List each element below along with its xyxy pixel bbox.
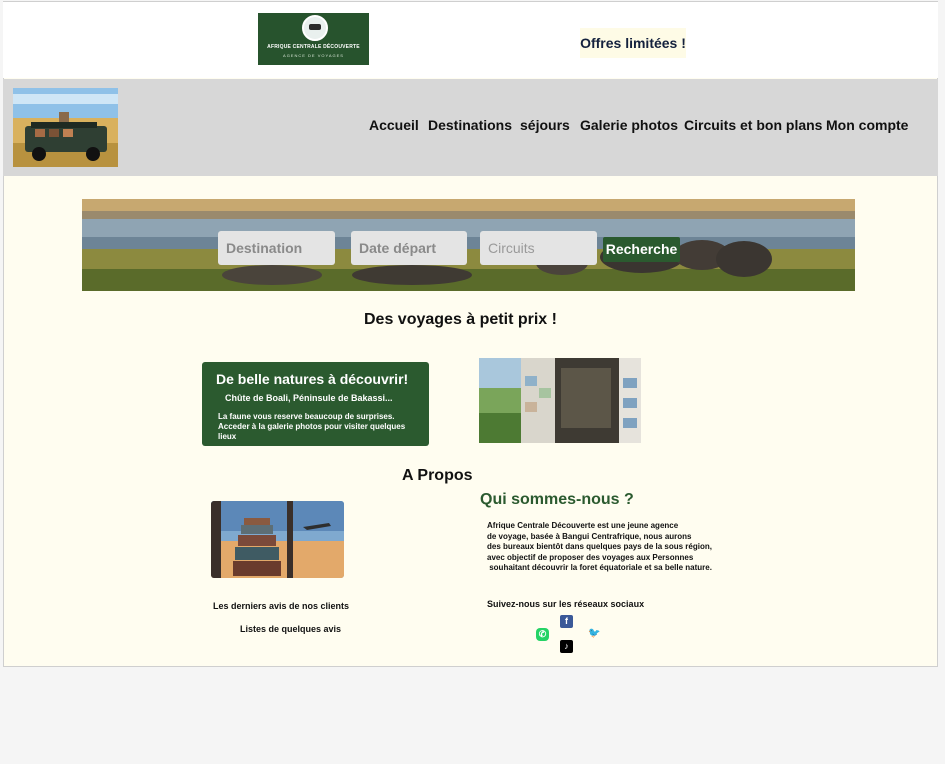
nav-sejours[interactable]: séjours	[520, 117, 570, 133]
nav-mon-compte[interactable]: Mon compte	[826, 117, 908, 133]
nav-galerie-photos[interactable]: Galerie photos	[580, 117, 678, 133]
reviews-list-link[interactable]: Listes de quelques avis	[240, 624, 341, 634]
nature-card-subtitle: Chûte de Boali, Péninsule de Bakassi...	[225, 393, 393, 403]
follow-us-text: Suivez-nous sur les réseaux sociaux	[487, 599, 645, 609]
nav-circuits[interactable]: Circuits et bon plans	[684, 117, 822, 133]
limited-offers-banner[interactable]: Offres limitées !	[580, 28, 686, 58]
hero-elephants-image	[82, 199, 855, 291]
facebook-icon[interactable]: f	[560, 615, 573, 628]
nature-card-text: La faune vous reserve beaucoup de surpri…	[218, 412, 406, 441]
who-are-we-heading: Qui sommes-nous ?	[480, 491, 634, 508]
brand-logo[interactable]: AFRIQUE CENTRALE DÉCOUVERTE AGENCE DE VO…	[258, 13, 369, 65]
nav-destinations[interactable]: Destinations	[428, 117, 512, 133]
logo-subtitle: AGENCE DE VOYAGES	[283, 53, 344, 58]
section-title-cheap-trips: Des voyages à petit prix !	[364, 311, 557, 328]
tiktok-icon[interactable]: ♪	[560, 640, 573, 653]
destination-input[interactable]: Destination	[218, 231, 335, 265]
agency-office-image	[479, 358, 641, 443]
departure-date-input[interactable]: Date départ	[351, 231, 467, 265]
reviews-title: Les derniers avis de nos clients	[213, 601, 350, 611]
twitter-icon[interactable]: 🐦	[588, 627, 601, 640]
circuits-select[interactable]: Circuits	[480, 231, 597, 265]
about-title: A Propos	[402, 467, 473, 484]
about-text: Afrique Centrale Découverte est une jeun…	[487, 521, 712, 572]
search-button[interactable]: Recherche	[603, 237, 680, 262]
logo-title: AFRIQUE CENTRALE DÉCOUVERTE	[267, 44, 360, 50]
top-bar	[3, 2, 938, 78]
nature-card[interactable]: De belle natures à découvrir! Chûte de B…	[202, 362, 429, 446]
logo-emblem-icon	[302, 15, 328, 41]
nature-card-title: De belle natures à découvrir!	[216, 371, 409, 387]
suitcases-image	[211, 501, 344, 578]
nav-accueil[interactable]: Accueil	[369, 117, 419, 133]
safari-jeep-image	[13, 88, 118, 167]
whatsapp-icon[interactable]: ✆	[536, 628, 549, 641]
